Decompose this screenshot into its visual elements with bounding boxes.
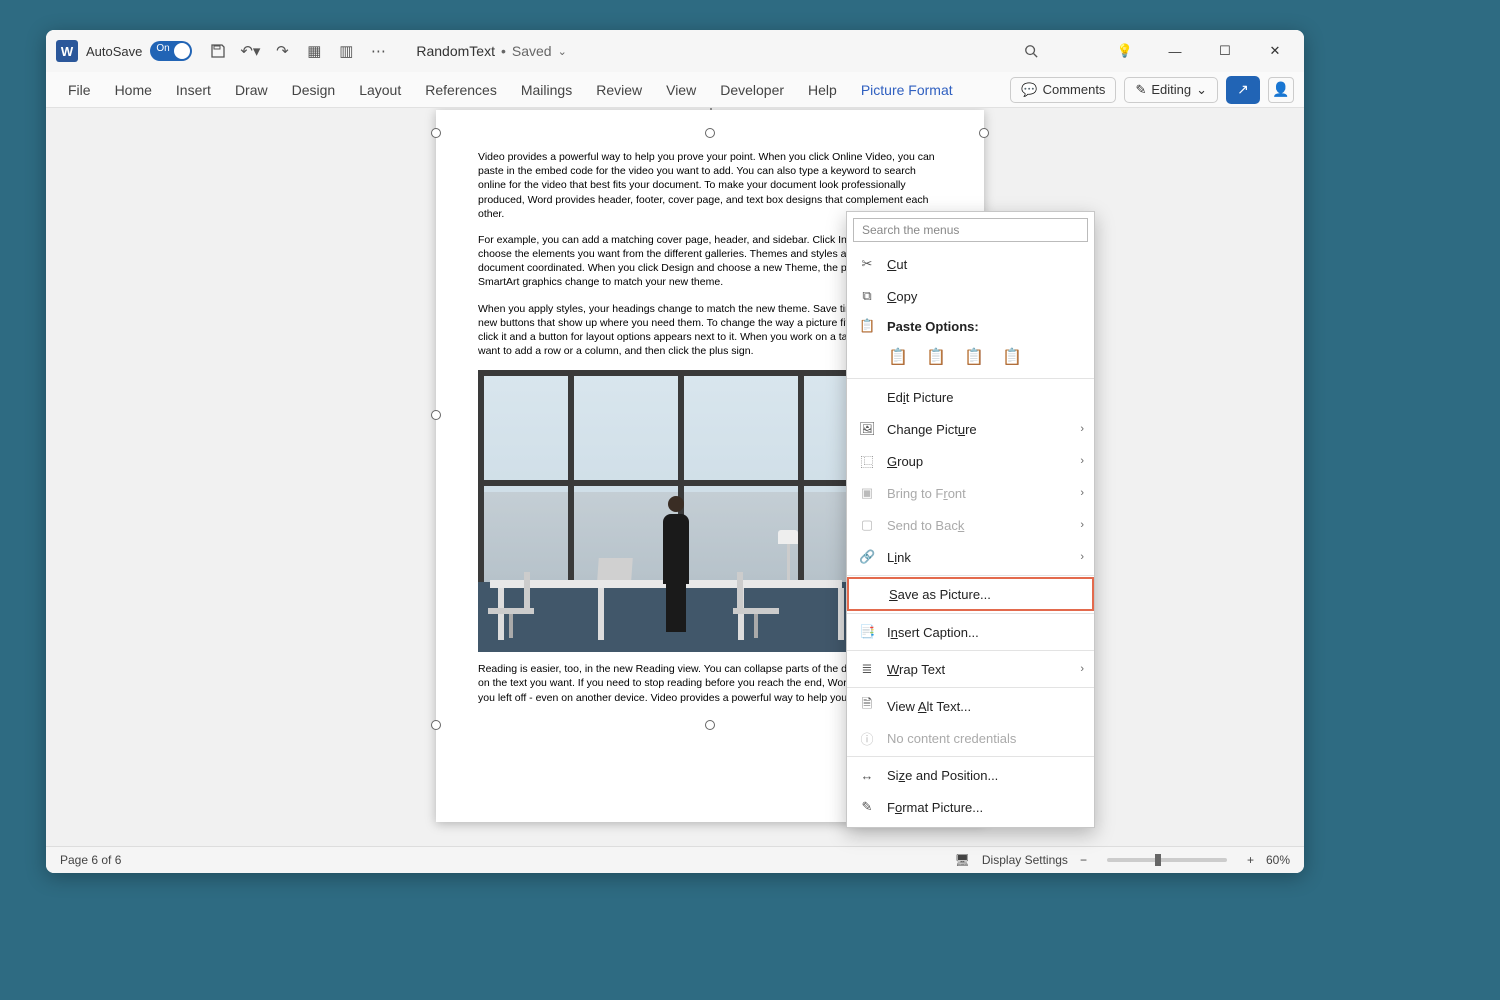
paste-icon: 📋 [859, 318, 875, 334]
word-app-icon: W [56, 40, 78, 62]
selection-handle[interactable] [979, 128, 989, 138]
qat-icon-1[interactable]: ▦ [302, 39, 326, 63]
comments-button[interactable]: 💬Comments [1010, 77, 1116, 103]
chevron-down-icon: ⌄ [1196, 82, 1207, 98]
pencil-icon: ✎ [1135, 82, 1146, 98]
paste-option-4[interactable]: 📋 [999, 344, 1025, 370]
tab-references[interactable]: References [413, 76, 509, 104]
menu-size-and-position[interactable]: ↔Size and Position... [847, 759, 1094, 791]
autosave-label: AutoSave [86, 44, 142, 59]
bring-front-icon: ▣ [859, 485, 875, 501]
copy-icon: ⧉ [859, 288, 875, 304]
selection-handle[interactable] [431, 410, 441, 420]
account-icon[interactable]: 👤 [1268, 77, 1294, 103]
info-icon: ⓘ [859, 729, 875, 748]
chevron-down-icon: ⌄ [558, 45, 567, 58]
document-title[interactable]: RandomText • Saved ⌄ [416, 43, 566, 59]
tab-mailings[interactable]: Mailings [509, 76, 584, 104]
group-icon: ⿺ [859, 452, 875, 471]
qat-icon-2[interactable]: ▥ [334, 39, 358, 63]
chevron-right-icon: › [1080, 423, 1084, 435]
menu-link[interactable]: 🔗Link› [847, 541, 1094, 573]
selection-handle[interactable] [431, 128, 441, 138]
display-settings-icon: 🖥 [955, 853, 970, 867]
caption-icon: 📑 [859, 624, 875, 640]
context-menu: Search the menus ✂Cut ⧉Copy 📋Paste Optio… [846, 211, 1095, 828]
menu-group[interactable]: ⿺Group› [847, 445, 1094, 477]
zoom-level[interactable]: 60% [1266, 853, 1290, 867]
paste-options-row: 📋 📋 📋 📋 [847, 340, 1094, 376]
menu-no-credentials: ⓘNo content credentials [847, 722, 1094, 754]
lightbulb-icon[interactable]: 💡 [1102, 35, 1148, 67]
selection-handle[interactable] [705, 128, 715, 138]
tab-insert[interactable]: Insert [164, 76, 223, 104]
tab-layout[interactable]: Layout [347, 76, 413, 104]
qat-overflow-icon[interactable]: ⋯ [366, 39, 390, 63]
menu-view-alt-text[interactable]: 🗎View Alt Text... [847, 690, 1094, 722]
menu-insert-caption[interactable]: 📑Insert Caption... [847, 616, 1094, 648]
menu-edit-picture[interactable]: Edit Picture [847, 381, 1094, 413]
cut-icon: ✂ [859, 256, 875, 272]
chevron-right-icon: › [1080, 455, 1084, 467]
chevron-right-icon: › [1080, 487, 1084, 499]
maximize-button[interactable]: ☐ [1202, 35, 1248, 67]
chevron-right-icon: › [1080, 551, 1084, 563]
save-icon[interactable] [206, 39, 230, 63]
title-bar: W AutoSave On ↶▾ ↷ ▦ ▥ ⋯ RandomText • Sa… [46, 30, 1304, 72]
menu-format-picture[interactable]: ✎Format Picture... [847, 791, 1094, 823]
status-bar: Page 6 of 6 🖥 Display Settings − + 60% [46, 846, 1304, 873]
menu-send-to-back: ▢Send to Back› [847, 509, 1094, 541]
chevron-right-icon: › [1080, 519, 1084, 531]
paste-option-3[interactable]: 📋 [961, 344, 987, 370]
alt-text-icon: 🗎 [859, 695, 875, 717]
search-icon[interactable] [1008, 35, 1054, 67]
zoom-in-button[interactable]: + [1247, 853, 1254, 867]
tab-picture-format[interactable]: Picture Format [849, 76, 965, 104]
link-icon: 🔗 [859, 549, 875, 565]
paste-option-2[interactable]: 📋 [923, 344, 949, 370]
menu-wrap-text[interactable]: ≣Wrap Text› [847, 653, 1094, 685]
display-settings-button[interactable]: Display Settings [982, 853, 1068, 867]
minimize-button[interactable]: — [1152, 35, 1198, 67]
undo-icon[interactable]: ↶▾ [238, 39, 262, 63]
redo-icon[interactable]: ↷ [270, 39, 294, 63]
menu-search-input[interactable]: Search the menus [853, 218, 1088, 242]
menu-change-picture[interactable]: 🖼Change Picture› [847, 413, 1094, 445]
selection-handle[interactable] [431, 720, 441, 730]
zoom-slider[interactable] [1107, 858, 1227, 862]
tab-review[interactable]: Review [584, 76, 654, 104]
size-icon: ↔ [859, 768, 875, 783]
app-window: W AutoSave On ↶▾ ↷ ▦ ▥ ⋯ RandomText • Sa… [46, 30, 1304, 873]
ribbon-tabs: File Home Insert Draw Design Layout Refe… [46, 72, 1304, 108]
page-indicator[interactable]: Page 6 of 6 [60, 853, 121, 867]
menu-paste-options-header: 📋Paste Options: [847, 312, 1094, 340]
send-back-icon: ▢ [859, 517, 875, 533]
tab-view[interactable]: View [654, 76, 708, 104]
menu-copy[interactable]: ⧉Copy [847, 280, 1094, 312]
format-icon: ✎ [859, 799, 875, 815]
tab-design[interactable]: Design [280, 76, 348, 104]
change-picture-icon: 🖼 [859, 421, 875, 437]
menu-bring-to-front: ▣Bring to Front› [847, 477, 1094, 509]
tab-home[interactable]: Home [103, 76, 164, 104]
tab-developer[interactable]: Developer [708, 76, 796, 104]
selection-handle[interactable] [705, 720, 715, 730]
paste-option-1[interactable]: 📋 [885, 344, 911, 370]
menu-save-as-picture[interactable]: Save as Picture... [847, 577, 1094, 611]
tab-file[interactable]: File [56, 76, 103, 104]
document-canvas[interactable]: ↻ Video provides a powerful way to help … [46, 108, 1304, 846]
menu-cut[interactable]: ✂Cut [847, 248, 1094, 280]
wrap-text-icon: ≣ [859, 661, 875, 677]
autosave-toggle[interactable]: On [150, 41, 192, 61]
close-button[interactable]: ✕ [1252, 35, 1298, 67]
tab-draw[interactable]: Draw [223, 76, 280, 104]
share-button[interactable]: ↗ [1226, 76, 1260, 104]
editing-mode-button[interactable]: ✎Editing⌄ [1124, 77, 1218, 103]
tab-help[interactable]: Help [796, 76, 849, 104]
comment-icon: 💬 [1021, 82, 1037, 98]
chevron-right-icon: › [1080, 663, 1084, 675]
zoom-out-button[interactable]: − [1080, 853, 1087, 867]
